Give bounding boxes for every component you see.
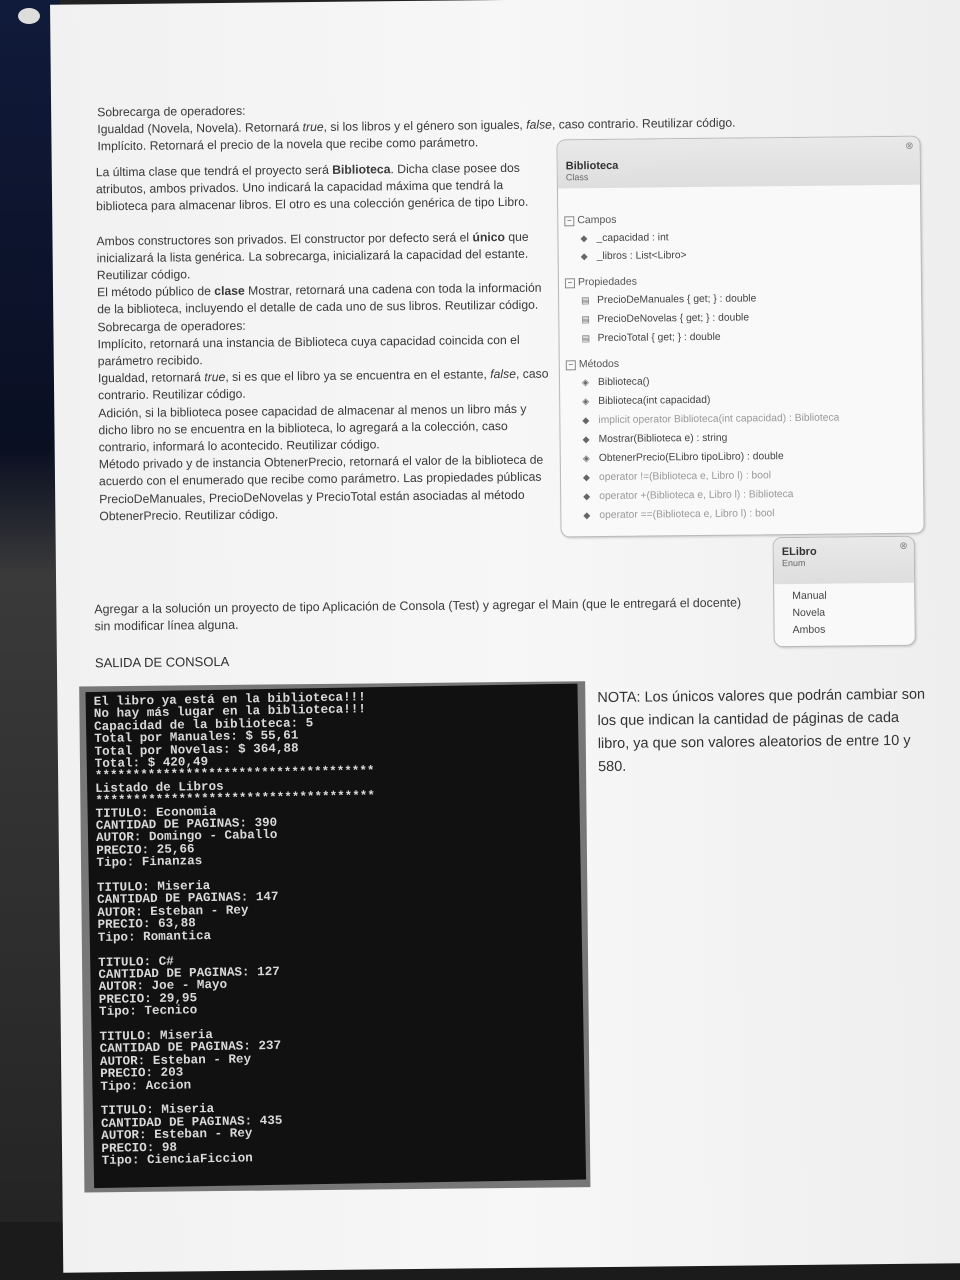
text: Ambos constructores son privados. El con… bbox=[96, 229, 473, 248]
method-icon: ◆ bbox=[583, 491, 591, 502]
method-item: ◈ Biblioteca(int capacidad) bbox=[582, 395, 710, 407]
field-icon: ◆ bbox=[580, 251, 588, 262]
method-icon: ◆ bbox=[582, 434, 590, 445]
method-label: operator ==(Biblioteca e, Libro l) : boo… bbox=[599, 508, 775, 522]
minus-icon[interactable]: − bbox=[564, 278, 576, 289]
paragraph-2: Ambos constructores son privados. El con… bbox=[96, 228, 549, 284]
console-output: El libro ya está en la biblioteca!!! No h… bbox=[85, 683, 587, 1189]
biblioteca-description: La última clase que tendrá el proyecto s… bbox=[96, 160, 552, 526]
enum-kind: Enum bbox=[781, 557, 806, 569]
minus-icon[interactable]: − bbox=[565, 360, 576, 371]
group-label: Propiedades bbox=[577, 275, 637, 289]
bold-word: clase bbox=[214, 283, 245, 299]
method-item: ◆ Mostrar(Biblioteca e) : string bbox=[583, 433, 728, 446]
property-icon: ▤ bbox=[581, 314, 590, 325]
italic-false: false bbox=[490, 367, 517, 382]
method-icon: ◈ bbox=[581, 377, 589, 388]
field-label: _libros : List<Libro> bbox=[596, 250, 687, 263]
enum-value: Novela bbox=[792, 606, 826, 620]
group-campos[interactable]: − Campos bbox=[564, 214, 616, 227]
paragraph-8: Método privado y de instancia ObtenerPre… bbox=[98, 452, 544, 524]
method-icon: ◈ bbox=[582, 453, 590, 464]
group-metodos[interactable]: − Métodos bbox=[565, 357, 620, 371]
method-item: ◆ operator ==(Biblioteca e, Libro l) : bo… bbox=[583, 508, 774, 521]
method-label: implicit operator Biblioteca(int capacid… bbox=[598, 412, 840, 427]
enum-value: Manual bbox=[792, 589, 827, 603]
intro-false: false bbox=[526, 117, 552, 132]
method-icon: ◆ bbox=[582, 415, 590, 426]
property-label: PrecioDeNovelas { get; } : double bbox=[597, 312, 750, 326]
paragraph-6: Igualdad, retornará true, si es que el l… bbox=[98, 366, 550, 405]
collapse-icon[interactable]: ⊗ bbox=[899, 541, 908, 552]
paragraph-3: El método público de clase Mostrar, reto… bbox=[97, 280, 549, 319]
class-header: Biblioteca Class bbox=[557, 136, 920, 189]
text: , si es que el libro ya se encuentra en … bbox=[225, 367, 491, 385]
method-item: ◆ operator +(Biblioteca e, Libro l) : Bib… bbox=[583, 489, 793, 502]
collapse-icon[interactable]: ⊗ bbox=[905, 141, 914, 152]
minus-icon[interactable]: − bbox=[564, 216, 575, 227]
paragraph-1: La última clase que tendrá el proyecto s… bbox=[96, 160, 549, 216]
method-label: operator +(Biblioteca e, Libro l) : Bibl… bbox=[599, 489, 794, 503]
text: Igualdad, retornará bbox=[97, 370, 205, 386]
method-icon: ◆ bbox=[583, 510, 591, 521]
method-label: operator !=(Biblioteca e, Libro l) : boo… bbox=[598, 470, 772, 484]
paragraph-7: Adición, si la biblioteca posee capacida… bbox=[98, 401, 527, 455]
text: El método público de bbox=[96, 284, 215, 300]
property-icon: ▤ bbox=[581, 333, 591, 344]
document-page: Sobrecarga de operadores: Igualdad (Nove… bbox=[50, 0, 960, 1273]
field-item: ◆ _capacidad : int bbox=[580, 232, 668, 244]
method-item: ◆ implicit operator Biblioteca(int capaci… bbox=[582, 413, 839, 427]
group-label: Métodos bbox=[578, 357, 620, 371]
bold-class-name: Biblioteca bbox=[332, 162, 391, 177]
method-label: Biblioteca(int capacidad) bbox=[598, 394, 711, 408]
method-label: ObtenerPrecio(ELibro tipoLibro) : double bbox=[598, 451, 784, 465]
property-label: PrecioTotal { get; } : double bbox=[597, 331, 721, 345]
intro-true: true bbox=[302, 120, 324, 135]
biblioteca-class-diagram: Biblioteca Class ⊗ − Campos ◆ _capacidad :… bbox=[556, 135, 925, 538]
method-icon: ◆ bbox=[582, 472, 590, 483]
method-item: ◆ operator !=(Biblioteca e, Libro l) : bo… bbox=[583, 470, 771, 483]
paragraph-5: Implícito, retornará una instancia de Bi… bbox=[97, 332, 520, 369]
method-item: ◈ ObtenerPrecio(ELibro tipoLibro) : doubl… bbox=[583, 451, 784, 464]
enum-value: Ambos bbox=[792, 623, 826, 637]
method-label: Biblioteca() bbox=[597, 376, 650, 389]
group-propiedades[interactable]: − Propiedades bbox=[564, 275, 637, 289]
section-title: SALIDA DE CONSOLA bbox=[94, 653, 230, 671]
property-item: ▤ PrecioTotal { get; } : double bbox=[581, 332, 720, 344]
intro-text: , caso contrario. Reutilizar código. bbox=[551, 115, 736, 132]
enum-header: ELibro Enum bbox=[773, 536, 915, 585]
property-label: PrecioDeManuales { get; } : double bbox=[597, 293, 757, 307]
text: La última clase que tendrá el proyecto s… bbox=[95, 162, 333, 180]
method-label: Mostrar(Biblioteca e) : string bbox=[598, 432, 728, 446]
method-icon: ◈ bbox=[582, 396, 590, 407]
property-item: ▤ PrecioDeManuales { get; } : double bbox=[581, 293, 756, 306]
background-light bbox=[18, 8, 40, 24]
bold-word: único bbox=[472, 229, 506, 244]
method-item: ◈ Biblioteca() bbox=[582, 377, 650, 389]
elibro-enum-diagram: ELibro Enum ⊗ Manual Novela Ambos bbox=[772, 535, 916, 648]
console-instruction: Agregar a la solución un proyecto de tip… bbox=[94, 595, 742, 634]
field-item: ◆ _libros : List<Libro> bbox=[581, 250, 687, 262]
italic-true: true bbox=[204, 370, 226, 385]
property-icon: ▤ bbox=[581, 295, 590, 306]
field-label: _capacidad : int bbox=[596, 232, 669, 245]
field-icon: ◆ bbox=[580, 233, 588, 244]
intro-text: Igualdad (Novela, Novela). Retornará bbox=[97, 120, 303, 137]
note-text: NOTA: Los únicos valores que podrán camb… bbox=[597, 686, 926, 776]
group-label: Campos bbox=[577, 213, 617, 227]
intro-text: , si los libros y el género son iguales, bbox=[323, 117, 527, 135]
property-item: ▤ PrecioDeNovelas { get; } : double bbox=[581, 312, 749, 325]
